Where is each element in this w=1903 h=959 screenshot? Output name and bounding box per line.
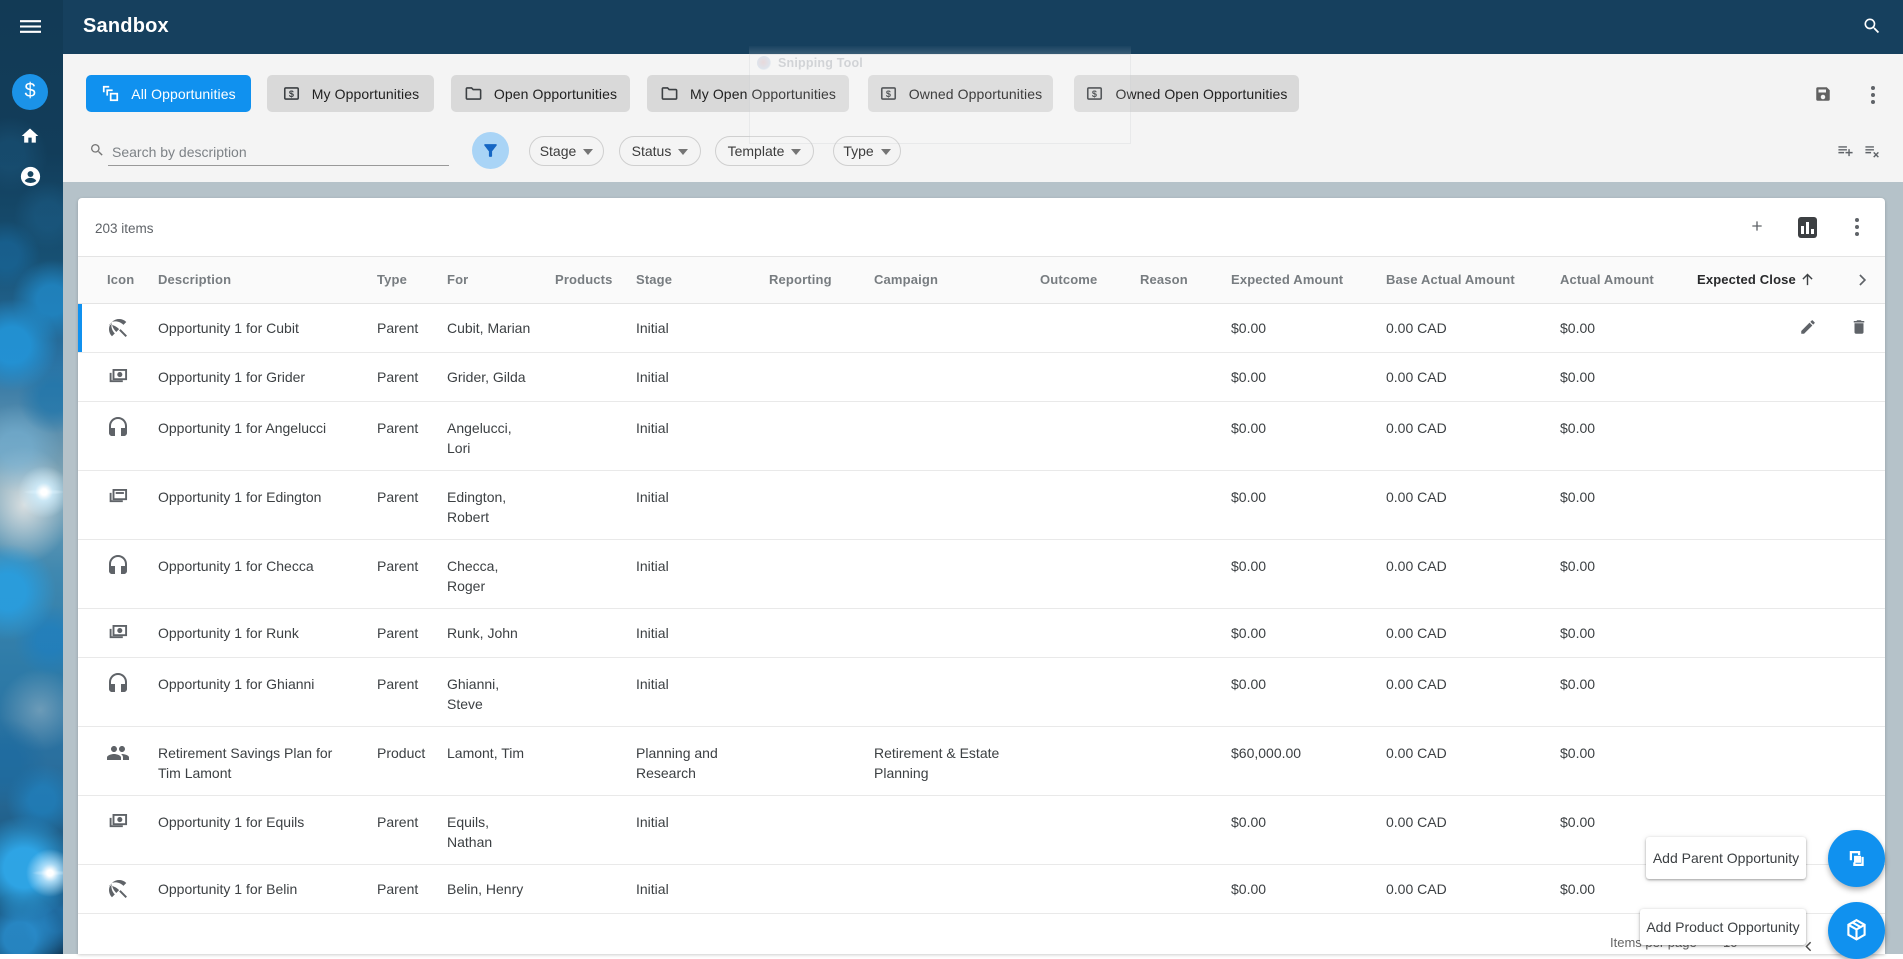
svg-text:$: $: [289, 89, 294, 99]
